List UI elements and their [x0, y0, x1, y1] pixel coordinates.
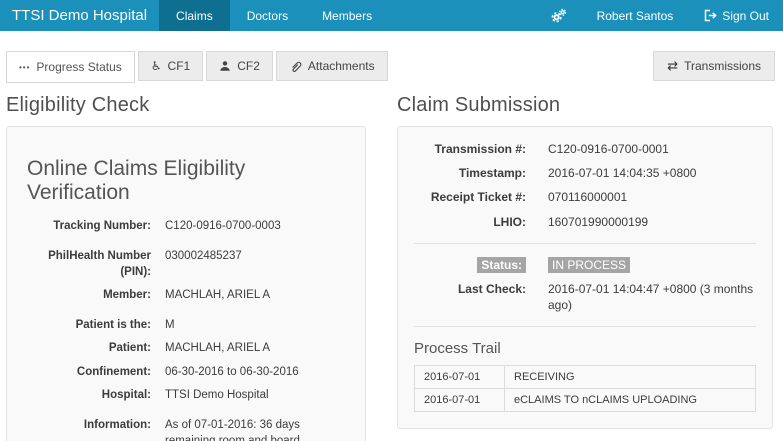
table-row: 2016-07-01 eCLAIMS TO nCLAIMS UPLOADING	[415, 389, 756, 412]
paperclip-icon	[289, 60, 302, 73]
field-lhio: LHIO: 160701990000199	[414, 214, 756, 230]
trail-date: 2016-07-01	[415, 366, 505, 389]
nav-item-doctors[interactable]: Doctors	[230, 0, 305, 31]
brand-title[interactable]: TTSI Demo Hospital	[0, 0, 159, 31]
field-label: Timestamp:	[414, 165, 526, 181]
exchange-icon: ⇄	[667, 58, 678, 74]
field-label: Member:	[27, 287, 151, 303]
field-status: Status: IN PROCESS	[414, 257, 756, 273]
field-label: Hospital:	[27, 387, 151, 403]
field-value: 070116000001	[548, 189, 756, 205]
claim-panel: Transmission #: C120-0916-0700-0001 Time…	[397, 126, 773, 429]
claim-tabs: ••• Progress Status ♿ CF1 CF2 Attachment…	[6, 51, 775, 83]
divider	[414, 243, 756, 244]
status-badge: IN PROCESS	[548, 257, 756, 273]
tab-cf1[interactable]: ♿ CF1	[138, 51, 203, 81]
tab-cf2-label: CF2	[237, 59, 260, 73]
eligibility-panel: Online Claims Eligibility Verification T…	[6, 126, 366, 441]
claim-section-title: Claim Submission	[397, 94, 773, 117]
field-label: Confinement:	[27, 364, 151, 380]
field-value: 06-30-2016 to 06-30-2016	[165, 364, 345, 380]
tab-cf1-label: CF1	[168, 59, 191, 73]
process-trail-table: 2016-07-01 RECEIVING 2016-07-01 eCLAIMS …	[414, 365, 756, 412]
sign-out-icon	[703, 9, 717, 22]
navbar-right: Robert Santos Sign Out	[536, 0, 783, 31]
field-value: 2016-07-01 14:04:47 +0800 (3 months ago)	[548, 281, 756, 313]
field-philhealth-pin: PhilHealth Number (PIN): 030002485237	[27, 248, 345, 280]
eligibility-panel-title: Online Claims Eligibility Verification	[27, 157, 345, 205]
tab-progress-status[interactable]: ••• Progress Status	[6, 51, 135, 83]
tab-attachments-label: Attachments	[308, 59, 375, 73]
settings-button[interactable]	[536, 0, 581, 31]
process-trail-title: Process Trail	[414, 340, 756, 357]
field-label: Transmission #:	[414, 141, 526, 157]
eclaims-page: TTSI Demo Hospital Claims Doctors Member…	[0, 0, 783, 441]
field-member: Member: MACHLAH, ARIEL A	[27, 287, 345, 303]
field-value: 2016-07-01 14:04:35 +0800	[548, 165, 756, 181]
field-value: C120-0916-0700-0003	[165, 218, 345, 234]
tab-progress-status-label: Progress Status	[36, 60, 121, 74]
field-value: 160701990000199	[548, 214, 756, 230]
sign-out-button[interactable]: Sign Out	[689, 0, 783, 31]
field-value: 030002485237	[165, 248, 345, 264]
main-content: Eligibility Check Online Claims Eligibil…	[6, 83, 773, 441]
wheelchair-icon: ♿	[151, 59, 162, 73]
field-label: PhilHealth Number (PIN):	[27, 248, 151, 280]
trail-date: 2016-07-01	[415, 389, 505, 412]
claim-column: Claim Submission Transmission #: C120-09…	[397, 83, 773, 429]
top-navbar: TTSI Demo Hospital Claims Doctors Member…	[0, 0, 783, 31]
field-last-check: Last Check: 2016-07-01 14:04:47 +0800 (3…	[414, 281, 756, 313]
field-tracking-number: Tracking Number: C120-0916-0700-0003	[27, 218, 345, 234]
field-receipt-ticket: Receipt Ticket #: 070116000001	[414, 189, 756, 205]
field-value: MACHLAH, ARIEL A	[165, 287, 345, 303]
tab-cf2[interactable]: CF2	[206, 51, 273, 81]
field-hospital: Hospital: TTSI Demo Hospital	[27, 387, 345, 403]
eligibility-column: Eligibility Check Online Claims Eligibil…	[6, 83, 366, 441]
cogs-icon	[550, 8, 567, 23]
field-value: As of 07-01-2016: 36 days remaining room…	[165, 417, 345, 441]
field-label: LHIO:	[414, 214, 526, 230]
field-value: M	[165, 317, 345, 333]
divider	[414, 326, 756, 327]
tab-attachments[interactable]: Attachments	[276, 51, 388, 81]
sign-out-label: Sign Out	[722, 9, 769, 23]
field-label: Information:	[27, 417, 151, 433]
eligibility-section-title: Eligibility Check	[6, 94, 366, 117]
field-label: Last Check:	[414, 281, 526, 297]
user-menu[interactable]: Robert Santos	[581, 0, 690, 31]
field-confinement: Confinement: 06-30-2016 to 06-30-2016	[27, 364, 345, 380]
user-icon	[219, 60, 231, 72]
field-information: Information: As of 07-01-2016: 36 days r…	[27, 417, 345, 441]
transmissions-button[interactable]: ⇄ Transmissions	[653, 51, 775, 81]
status-label: Status:	[414, 257, 526, 273]
field-transmission-number: Transmission #: C120-0916-0700-0001	[414, 141, 756, 157]
nav-item-members[interactable]: Members	[305, 0, 389, 31]
field-label: Tracking Number:	[27, 218, 151, 234]
field-patient-is-the: Patient is the: M	[27, 317, 345, 333]
table-row: 2016-07-01 RECEIVING	[415, 366, 756, 389]
trail-event: RECEIVING	[505, 366, 756, 389]
field-timestamp: Timestamp: 2016-07-01 14:04:35 +0800	[414, 165, 756, 181]
field-label: Patient is the:	[27, 317, 151, 333]
field-value: MACHLAH, ARIEL A	[165, 340, 345, 356]
field-value: TTSI Demo Hospital	[165, 387, 345, 403]
nav-item-claims[interactable]: Claims	[159, 0, 230, 31]
transmissions-label: Transmissions	[684, 59, 761, 73]
ellipsis-icon: •••	[19, 63, 30, 72]
field-label: Receipt Ticket #:	[414, 189, 526, 205]
field-patient: Patient: MACHLAH, ARIEL A	[27, 340, 345, 356]
field-label: Patient:	[27, 340, 151, 356]
field-value: C120-0916-0700-0001	[548, 141, 756, 157]
trail-event: eCLAIMS TO nCLAIMS UPLOADING	[505, 389, 756, 412]
